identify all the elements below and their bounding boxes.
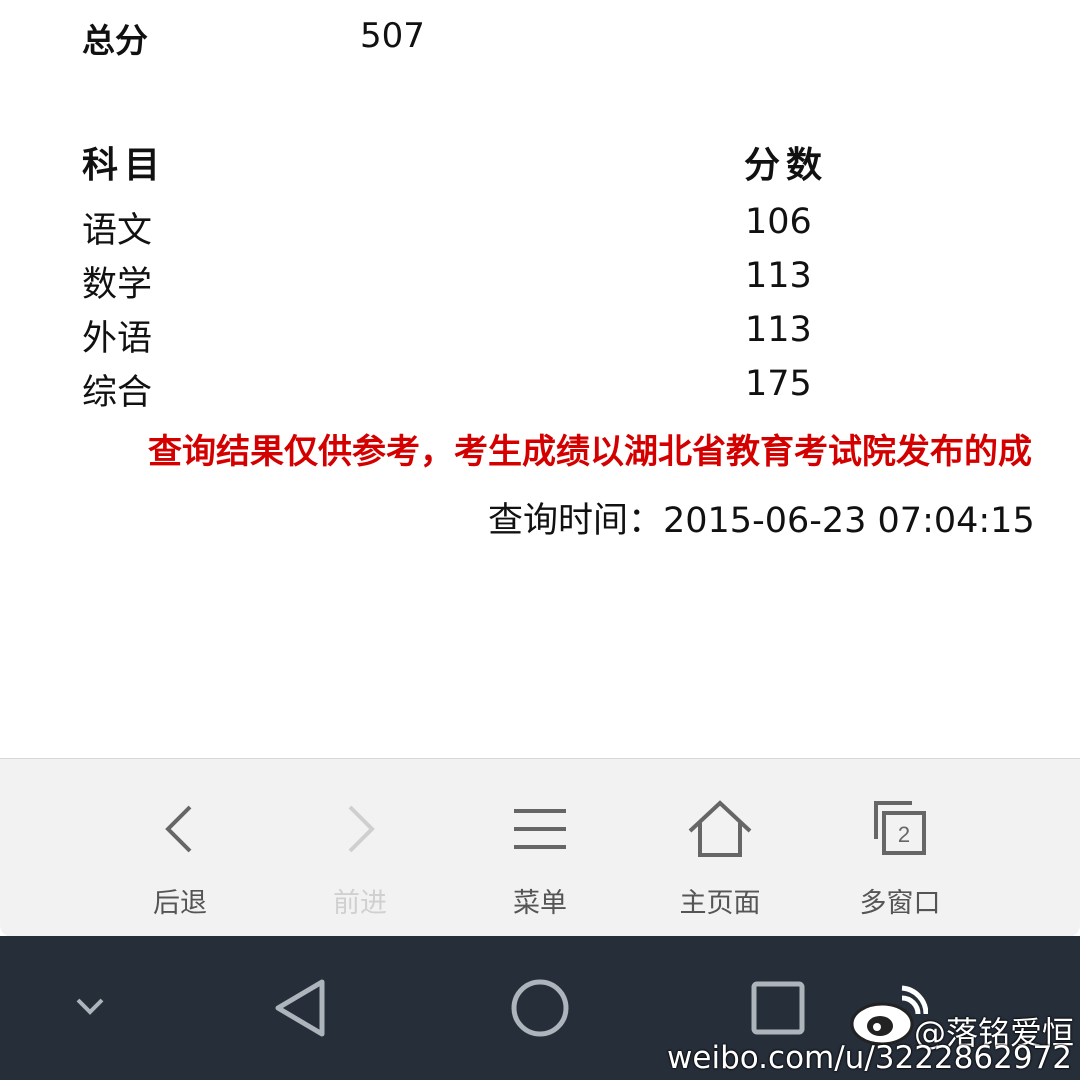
nav-home-icon[interactable] [508,976,572,1040]
menu-icon [514,809,566,849]
menu-button[interactable]: 菜单 [450,759,630,937]
multi-window-button[interactable]: 2 多窗口 [810,759,990,937]
table-row-subject: 数学 [82,265,153,305]
nav-recents-icon[interactable] [748,978,808,1038]
total-score-label: 总分 [82,21,148,60]
table-row-score: 113 [745,310,812,350]
table-row-score: 113 [745,256,812,296]
collapse-chevron-icon[interactable] [72,992,108,1020]
chevron-right-icon [348,805,375,853]
table-row-subject: 语文 [82,211,153,251]
table-row-score: 106 [745,202,812,242]
windows-icon: 2 [874,801,926,855]
chevron-left-icon [165,805,192,853]
score-column-header: 分数 [744,145,829,186]
forward-label: 前进 [333,888,387,919]
back-button[interactable]: 后退 [90,759,270,937]
browser-toolbar: 后退 前进 菜单 主页面 2 多窗口 [0,758,1080,937]
multi-window-label: 多窗口 [859,888,941,919]
table-row-subject: 外语 [82,319,153,359]
disclaimer-notice: 查询结果仅供参考，考生成绩以湖北省教育考试院发布的成 [148,432,1032,472]
query-timestamp: 查询时间：2015-06-23 07:04:15 [488,501,1035,541]
nav-back-icon[interactable] [270,976,332,1040]
watermark-url: weibo.com/u/3222862972 [667,1040,1072,1076]
subject-column-header: 科目 [82,145,167,186]
table-row-subject: 综合 [82,373,153,413]
home-icon [688,800,752,857]
menu-label: 菜单 [513,888,567,919]
score-result-page: 总分 507 科目 分数 语文 106 数学 113 外语 113 综合 175… [0,0,1080,758]
back-label: 后退 [153,888,207,919]
forward-button[interactable]: 前进 [270,759,450,937]
home-button[interactable]: 主页面 [630,759,810,937]
window-count: 2 [898,822,910,847]
home-label: 主页面 [679,888,761,919]
table-row-score: 175 [745,364,812,404]
total-score-value: 507 [360,16,425,56]
